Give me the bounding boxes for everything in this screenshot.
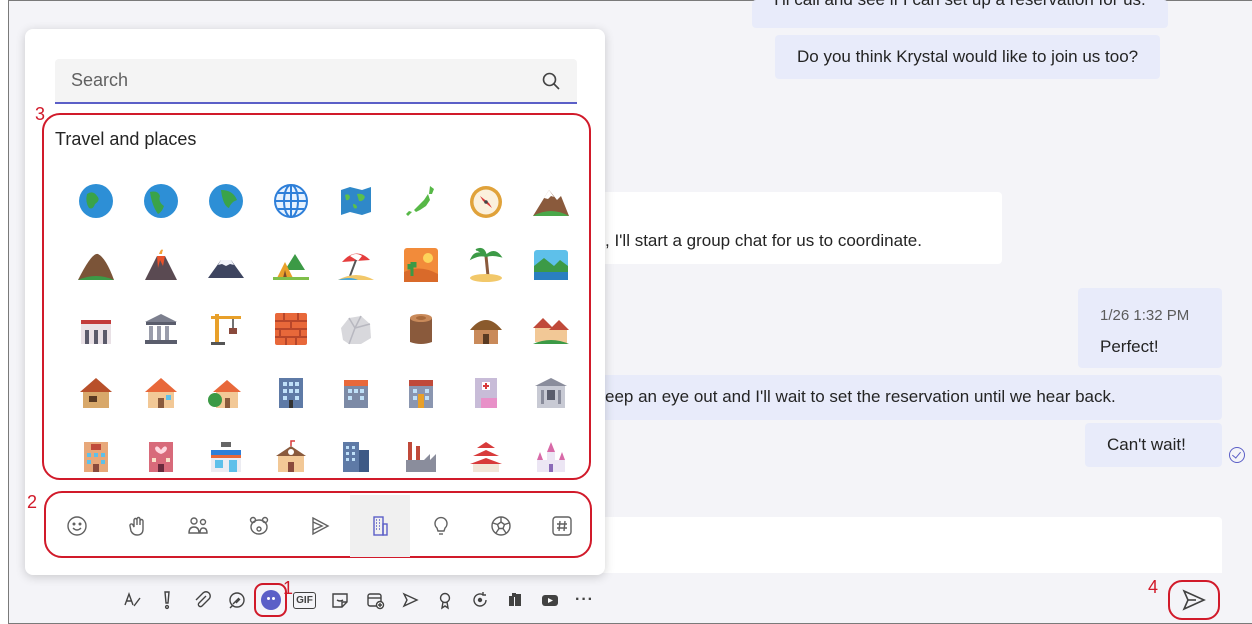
emoji-icon (260, 590, 281, 610)
wood-icon[interactable] (388, 297, 453, 361)
food-category-icon[interactable] (289, 495, 350, 557)
derelict-house-icon[interactable] (63, 361, 128, 425)
desert-island-icon[interactable] (453, 233, 518, 297)
message-text: , I'll start a group chat for us to coor… (605, 231, 922, 250)
more-label: ··· (575, 591, 594, 608)
office-building-icon[interactable] (258, 361, 323, 425)
priority-icon[interactable] (149, 583, 184, 617)
snow-capped-mountain-icon[interactable] (518, 169, 583, 233)
emoji-picker-panel: Search 3 Travel and places 2 (25, 29, 605, 575)
castle-icon[interactable] (518, 425, 583, 489)
national-park-icon[interactable] (518, 233, 583, 297)
search-icon (542, 72, 560, 90)
message-bubble: Do you think Krystal would like to join … (775, 35, 1161, 79)
more-options-button[interactable]: ··· (567, 583, 602, 617)
message-bubble: I'll call and see if I can set up a rese… (752, 0, 1168, 28)
soccer-ball-category-icon[interactable] (471, 495, 532, 557)
school-icon[interactable] (258, 425, 323, 489)
sticker-icon[interactable] (322, 583, 357, 617)
people-category-icon[interactable] (168, 495, 229, 557)
app-icon[interactable] (497, 583, 532, 617)
message-text: Do you think Krystal would like to join … (797, 47, 1139, 66)
message-bubble: , I'll start a group chat for us to coor… (560, 192, 1002, 264)
globe-meridians-icon[interactable] (258, 169, 323, 233)
convenience-store-icon[interactable] (193, 425, 258, 489)
marker-1: 1 (283, 578, 294, 598)
message-text: eep an eye out and I'll wait to set the … (605, 387, 1116, 406)
compose-toolbar: GIF ··· (114, 583, 602, 617)
house-with-garden-icon[interactable] (193, 361, 258, 425)
hotel-icon[interactable] (63, 425, 128, 489)
factory-icon[interactable] (388, 425, 453, 489)
house-icon[interactable] (128, 361, 193, 425)
search-placeholder: Search (71, 70, 129, 90)
smileys-category-icon[interactable] (47, 495, 108, 557)
brick-icon[interactable] (258, 297, 323, 361)
globe-asia-icon[interactable] (193, 169, 258, 233)
read-receipt-icon (1229, 447, 1245, 463)
love-hotel-icon[interactable] (128, 425, 193, 489)
post-office-icon[interactable] (388, 361, 453, 425)
message-text: Can't wait! (1107, 435, 1186, 454)
hospital-icon[interactable] (453, 361, 518, 425)
japanese-castle-icon[interactable] (453, 425, 518, 489)
volcano-icon[interactable] (128, 233, 193, 297)
message-bubble: Can't wait! (1085, 423, 1222, 467)
message-text: I'll call and see if I can set up a rese… (774, 0, 1146, 9)
schedule-meeting-icon[interactable] (357, 583, 392, 617)
department-store-icon[interactable] (323, 425, 388, 489)
hand-category-icon[interactable] (108, 495, 169, 557)
message-bubble: eep an eye out and I'll wait to set the … (560, 375, 1222, 420)
updates-icon[interactable] (462, 583, 497, 617)
globe-africa-icon[interactable] (63, 169, 128, 233)
stream-icon[interactable] (392, 583, 427, 617)
mountain-icon[interactable] (63, 233, 128, 297)
send-icon (1182, 589, 1206, 611)
format-icon[interactable] (114, 583, 149, 617)
praise-icon[interactable] (427, 583, 462, 617)
emoji-category-bar (47, 495, 592, 557)
houses-icon[interactable] (518, 297, 583, 361)
emoji-search-input[interactable]: Search (55, 59, 577, 104)
loop-icon[interactable] (219, 583, 254, 617)
lightbulb-category-icon[interactable] (410, 495, 471, 557)
emoji-section-title: Travel and places (55, 129, 197, 149)
world-map-icon[interactable] (323, 169, 388, 233)
desert-icon[interactable] (388, 233, 453, 297)
beach-umbrella-icon[interactable] (323, 233, 388, 297)
send-button[interactable] (1168, 580, 1220, 620)
mount-fuji-icon[interactable] (193, 233, 258, 297)
crane-icon[interactable] (193, 297, 258, 361)
emoji-grid (63, 169, 583, 489)
globe-americas-icon[interactable] (128, 169, 193, 233)
youtube-icon[interactable] (532, 583, 567, 617)
message-timestamp: 1/26 1:32 PM (1100, 307, 1190, 324)
message-text: Perfect! (1100, 337, 1159, 356)
japanese-post-office-icon[interactable] (323, 361, 388, 425)
bank-icon[interactable] (518, 361, 583, 425)
map-of-japan-icon[interactable] (388, 169, 453, 233)
animals-category-icon[interactable] (229, 495, 290, 557)
camping-icon[interactable] (258, 233, 323, 297)
gif-label: GIF (293, 591, 316, 609)
attach-icon[interactable] (184, 583, 219, 617)
message-bubble: 1/26 1:32 PM Perfect! (1078, 288, 1222, 368)
marker-2: 2 (27, 492, 38, 512)
building-construction-icon[interactable] (63, 297, 128, 361)
travel-category-icon[interactable] (349, 495, 411, 557)
classical-building-icon[interactable] (128, 297, 193, 361)
marker-4: 4 (1148, 577, 1159, 597)
rock-icon[interactable] (323, 297, 388, 361)
hut-icon[interactable] (453, 297, 518, 361)
symbols-category-icon[interactable] (532, 495, 593, 557)
compass-icon[interactable] (453, 169, 518, 233)
compose-box[interactable] (600, 517, 1222, 573)
